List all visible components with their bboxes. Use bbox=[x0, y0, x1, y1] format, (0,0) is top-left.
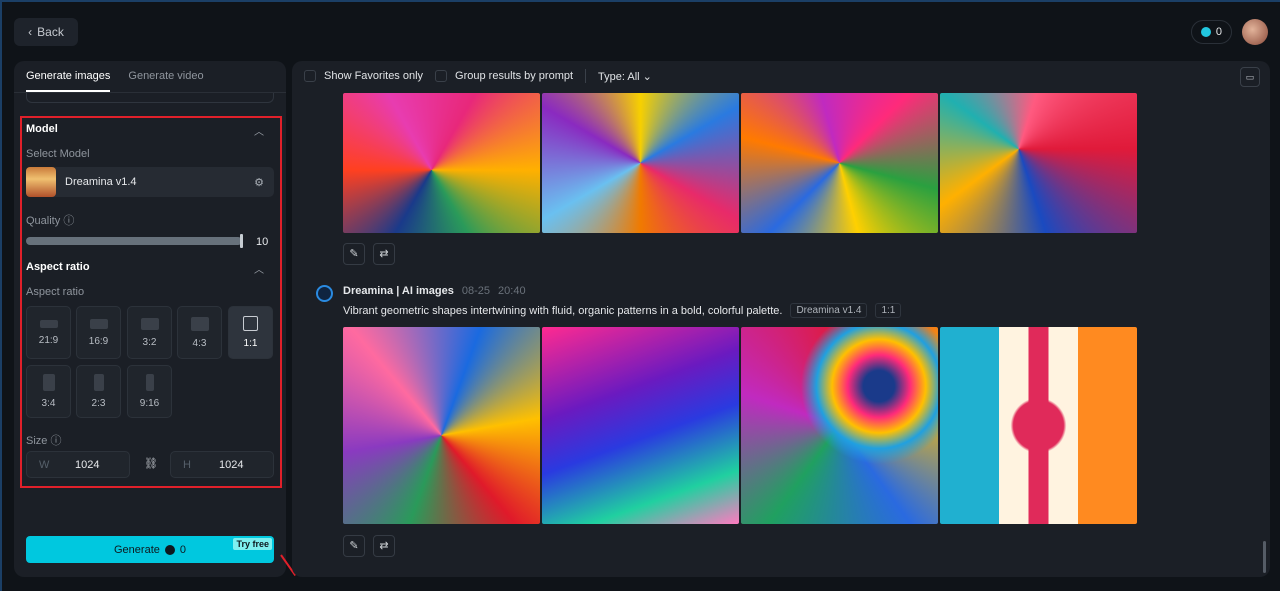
tab-generate-video[interactable]: Generate video bbox=[128, 61, 203, 92]
quality-slider[interactable] bbox=[26, 234, 243, 248]
author-name: Dreamina | AI images bbox=[343, 285, 454, 297]
ratio-21-9[interactable]: 21:9 bbox=[26, 306, 71, 359]
result-image[interactable] bbox=[343, 327, 540, 524]
group-checkbox[interactable] bbox=[435, 70, 448, 82]
aspect-heading: Aspect ratio bbox=[26, 261, 90, 273]
folder-icon[interactable]: ▭ bbox=[1240, 67, 1260, 87]
tab-generate-images[interactable]: Generate images bbox=[26, 61, 111, 92]
ratio-9-16[interactable]: 9:16 bbox=[127, 365, 172, 418]
model-heading: Model bbox=[26, 123, 58, 135]
width-input[interactable]: W 1024 bbox=[26, 451, 130, 478]
result-image[interactable] bbox=[542, 93, 739, 233]
back-button[interactable]: ‹ Back bbox=[14, 18, 78, 46]
post-time: 20:40 bbox=[498, 285, 526, 297]
regenerate-icon[interactable]: ⇄ bbox=[373, 535, 395, 557]
link-icon[interactable]: ⛓ bbox=[144, 457, 158, 470]
edit-icon[interactable]: ✎ bbox=[343, 535, 365, 557]
avatar[interactable] bbox=[1242, 19, 1268, 45]
credit-icon bbox=[1200, 27, 1211, 37]
ratio-3-4[interactable]: 3:4 bbox=[26, 365, 71, 418]
scrollbar[interactable] bbox=[1263, 541, 1266, 573]
result-image[interactable] bbox=[940, 93, 1137, 233]
favorites-checkbox[interactable] bbox=[304, 70, 316, 82]
result-image[interactable] bbox=[741, 93, 938, 233]
aspect-label: Aspect ratio bbox=[26, 286, 85, 298]
ratio-3-2[interactable]: 3:2 bbox=[127, 306, 172, 359]
result-image[interactable] bbox=[343, 93, 540, 233]
result-image[interactable] bbox=[741, 327, 938, 524]
dreamina-logo-icon bbox=[316, 285, 333, 302]
settings-sliders-icon[interactable]: ⚙ bbox=[254, 176, 264, 189]
info-icon: ⓘ bbox=[63, 215, 75, 227]
info-icon: ⓘ bbox=[50, 435, 62, 447]
height-input[interactable]: H 1024 bbox=[170, 451, 274, 478]
chevron-up-icon[interactable]: ︿ bbox=[254, 123, 264, 138]
group-results-label[interactable]: Group results by prompt bbox=[455, 70, 573, 82]
post-date: 08-25 bbox=[461, 285, 491, 297]
prompt-input-edge[interactable] bbox=[26, 93, 274, 103]
quality-label: Quality bbox=[26, 215, 61, 227]
ratio-2-3[interactable]: 2:3 bbox=[76, 365, 121, 418]
generate-panel: Generate images Generate video Model ︿ S… bbox=[14, 61, 286, 577]
chevron-up-icon[interactable]: ︿ bbox=[254, 261, 264, 276]
ratio-4-3[interactable]: 4:3 bbox=[177, 306, 222, 359]
quality-value: 10 bbox=[256, 236, 269, 248]
prompt-text: Vibrant geometric shapes intertwining wi… bbox=[343, 304, 783, 317]
slider-handle[interactable] bbox=[240, 234, 243, 248]
chevron-left-icon: ‹ bbox=[28, 25, 33, 39]
model-thumbnail bbox=[26, 167, 56, 197]
result-image[interactable] bbox=[940, 327, 1137, 524]
select-model-label: Select Model bbox=[26, 148, 90, 160]
result-image[interactable] bbox=[542, 327, 739, 524]
show-favorites-label[interactable]: Show Favorites only bbox=[324, 70, 423, 82]
generate-button[interactable]: Generate 0 Try free bbox=[26, 536, 274, 563]
model-tag: Dreamina v1.4 bbox=[790, 303, 868, 318]
model-select[interactable]: Dreamina v1.4 ⚙ bbox=[26, 167, 274, 197]
ratio-tag: 1:1 bbox=[875, 303, 902, 318]
size-label: Size bbox=[26, 435, 48, 447]
regenerate-icon[interactable]: ⇄ bbox=[373, 243, 395, 265]
credits-badge[interactable]: 0 bbox=[1190, 20, 1232, 44]
ratio-16-9[interactable]: 16:9 bbox=[76, 306, 121, 359]
type-filter-dropdown[interactable]: Type: All ⌄ bbox=[598, 70, 652, 83]
results-panel: Show Favorites only Group results by pro… bbox=[292, 61, 1270, 577]
credit-icon bbox=[164, 544, 175, 555]
ratio-1-1[interactable]: 1:1 bbox=[228, 306, 273, 359]
edit-icon[interactable]: ✎ bbox=[343, 243, 365, 265]
try-free-badge: Try free bbox=[233, 538, 272, 550]
